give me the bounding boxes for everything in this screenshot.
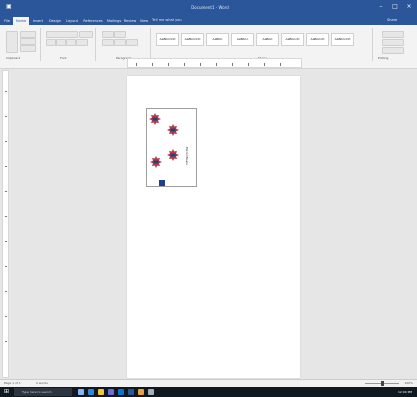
tab-insert[interactable]: Insert xyxy=(30,18,46,24)
boat-icon xyxy=(166,123,180,137)
word-app-icon[interactable] xyxy=(128,389,134,395)
close-icon[interactable]: × xyxy=(405,3,413,10)
edge-icon[interactable] xyxy=(88,389,94,395)
find-button[interactable] xyxy=(382,31,404,38)
style-gallery-item[interactable]: AaBbC xyxy=(256,33,279,46)
share-button[interactable]: Share xyxy=(387,18,411,23)
style-gallery-item[interactable]: AaBbCcDd xyxy=(331,33,354,46)
document-title: Document1 - Word xyxy=(191,5,229,10)
style-gallery-item[interactable]: AaBbCcD xyxy=(281,33,304,46)
zoom-label[interactable]: 100% xyxy=(404,381,413,386)
window-controls: – □ × xyxy=(377,3,413,10)
align-center-button[interactable] xyxy=(114,39,126,46)
style-gallery-item[interactable]: AaBbC xyxy=(206,33,229,46)
ribbon-separator xyxy=(40,28,41,61)
bullets-button[interactable] xyxy=(102,31,114,38)
tab-mailings[interactable]: Mailings xyxy=(106,18,122,24)
cut-button[interactable] xyxy=(20,31,36,38)
bold-button[interactable] xyxy=(46,39,56,46)
copy-button[interactable] xyxy=(20,38,36,45)
horizontal-ruler xyxy=(127,58,302,68)
store-icon[interactable] xyxy=(108,389,114,395)
mail-icon[interactable] xyxy=(118,389,124,395)
ribbon-separator xyxy=(95,28,96,61)
chrome-icon[interactable] xyxy=(138,389,144,395)
ribbon-tab-row: File Home Insert Design Layout References Mail… xyxy=(0,16,417,25)
tab-home[interactable]: Home xyxy=(13,17,29,25)
boat-icon xyxy=(149,155,163,169)
frame-vertical-text: Patrol Boats xyxy=(185,147,189,165)
tab-design[interactable]: Design xyxy=(47,18,63,24)
word-logo-icon[interactable]: ▣ xyxy=(6,3,14,10)
maximize-icon[interactable]: □ xyxy=(391,3,399,10)
ribbon-group-label: Clipboard xyxy=(6,56,21,60)
italic-button[interactable] xyxy=(56,39,66,46)
ribbon-separator xyxy=(372,28,373,61)
settings-icon[interactable] xyxy=(148,389,154,395)
minimize-icon[interactable]: – xyxy=(377,3,385,10)
ribbon-group-label: Font xyxy=(60,56,67,60)
ribbon-group-label: Editing xyxy=(378,56,389,60)
line-spacing-button[interactable] xyxy=(126,39,138,46)
ribbon-separator xyxy=(150,28,151,61)
page-count: Page 1 of 1 xyxy=(4,381,21,385)
word-count: 0 words xyxy=(36,381,48,385)
tab-file[interactable]: File xyxy=(2,18,12,24)
replace-button[interactable] xyxy=(382,39,404,46)
style-gallery-item[interactable]: AaBbCcDd xyxy=(156,33,179,46)
tab-view[interactable]: View xyxy=(138,18,150,24)
boat-icon xyxy=(148,112,162,126)
underline-button[interactable] xyxy=(66,39,76,46)
windows-start-icon[interactable]: ⊞ xyxy=(4,388,12,396)
select-button[interactable] xyxy=(382,47,404,54)
numbering-button[interactable] xyxy=(114,31,126,38)
file-explorer-icon[interactable] xyxy=(98,389,104,395)
style-gallery-item[interactable]: AaBbCcDd xyxy=(181,33,204,46)
tell-me-search[interactable]: Tell me what you want to do xyxy=(152,18,182,23)
taskbar-clock[interactable]: 12:00 PM xyxy=(398,389,412,395)
title-bar: ▣ Document1 - Word – □ × xyxy=(0,0,417,16)
tab-references[interactable]: References xyxy=(81,18,105,24)
font-size-box[interactable] xyxy=(79,31,93,38)
windows-taskbar: ⊞ Type here to search 12:00 PM xyxy=(0,387,417,397)
task-view-icon[interactable] xyxy=(78,389,84,395)
boat-icon xyxy=(166,148,180,162)
style-gallery-item[interactable]: AaBbCc xyxy=(231,33,254,46)
font-color-button[interactable] xyxy=(76,39,88,46)
tab-layout[interactable]: Layout xyxy=(64,18,80,24)
font-name-box[interactable] xyxy=(46,31,78,38)
anchor-icon xyxy=(159,180,165,186)
align-left-button[interactable] xyxy=(102,39,114,46)
format-painter-button[interactable] xyxy=(20,45,36,52)
zoom-slider-handle[interactable] xyxy=(381,381,384,386)
tab-review[interactable]: Review xyxy=(123,18,137,24)
vertical-ruler xyxy=(2,70,9,378)
taskbar-search[interactable]: Type here to search xyxy=(14,388,72,396)
style-gallery-item[interactable]: AaBbCcD xyxy=(306,33,329,46)
paste-button[interactable] xyxy=(6,31,18,53)
